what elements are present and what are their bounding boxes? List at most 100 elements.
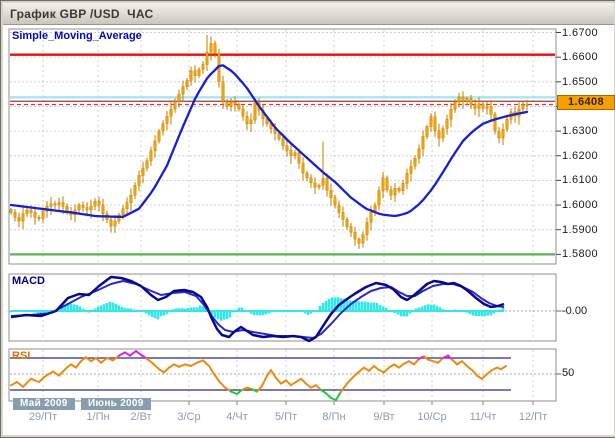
- candle-body: [202, 65, 205, 70]
- candle-body: [22, 214, 25, 221]
- candle-body: [458, 97, 461, 102]
- candle-body: [50, 204, 53, 206]
- chart-canvas[interactable]: [1, 1, 615, 437]
- candle-body: [358, 239, 361, 243]
- candle-body: [198, 69, 201, 75]
- rsi-segment: [262, 376, 267, 386]
- rsi-segment: [316, 385, 321, 390]
- candle-body: [54, 204, 57, 205]
- rsi-segment: [191, 363, 197, 366]
- candle-body: [174, 102, 177, 109]
- candle-body: [230, 102, 233, 106]
- rsi-segment: [203, 360, 209, 366]
- date-axis-label: 5/Пт: [275, 411, 297, 423]
- candle-body: [322, 178, 325, 185]
- date-axis-label: 8/Пн: [322, 411, 345, 423]
- candle-body: [418, 149, 421, 158]
- candle-body: [114, 221, 117, 226]
- candle-body: [166, 116, 169, 123]
- rsi-segment: [501, 366, 506, 369]
- date-axis-label: 9/Вт: [373, 411, 394, 423]
- candle-body: [250, 120, 253, 124]
- candle-body: [366, 222, 369, 234]
- candle-body: [434, 117, 437, 131]
- rsi-segment: [347, 377, 353, 383]
- month-badge-may: Май 2009: [13, 398, 75, 410]
- candle-body: [82, 205, 85, 207]
- candle-body: [242, 109, 245, 116]
- candle-body: [310, 178, 313, 183]
- candle-body: [90, 206, 93, 210]
- candle-body: [170, 109, 173, 116]
- date-axis-label: 2/Вт: [130, 411, 151, 423]
- candle-body: [130, 195, 133, 202]
- rsi-legend-label: RSI: [12, 350, 30, 362]
- candle-body: [398, 188, 401, 190]
- candle-body: [494, 114, 497, 131]
- window-title: График GBP /USD ЧАС: [3, 7, 154, 21]
- chart-window: График GBP /USD ЧАС ❚❚ ▬ ▢ ✕ Simple_Movi…: [0, 0, 615, 438]
- candle-body: [498, 131, 501, 138]
- candle-body: [78, 205, 81, 210]
- candle-body: [42, 211, 45, 218]
- candle-body: [226, 102, 229, 107]
- candle-body: [178, 94, 181, 101]
- candle-body: [382, 178, 385, 191]
- candle-body: [150, 151, 153, 161]
- candle-body: [10, 209, 13, 212]
- rsi-segment: [214, 374, 219, 381]
- candle-body: [378, 191, 381, 205]
- rsi-segment: [384, 368, 389, 373]
- sma-line: [11, 65, 527, 217]
- candle-body: [66, 206, 69, 211]
- candle-body: [454, 102, 457, 109]
- rsi-segment: [336, 392, 341, 400]
- candle-body: [294, 153, 297, 156]
- candle-body: [38, 217, 41, 218]
- candle-body: [394, 188, 397, 195]
- date-axis-label: 1/Пн: [86, 411, 109, 423]
- candle-body: [206, 52, 209, 64]
- candle-body: [122, 209, 125, 215]
- rsi-segment: [209, 366, 214, 374]
- rsi-segment: [276, 378, 281, 384]
- rsi-segment: [472, 370, 477, 376]
- rsi-segment: [96, 358, 101, 363]
- panel-border: [9, 349, 556, 401]
- rsi-segment: [462, 361, 467, 366]
- candle-body: [318, 185, 321, 187]
- rsi-segment: [76, 361, 81, 367]
- titlebar[interactable]: График GBP /USD ЧАС: [3, 3, 614, 25]
- candle-body: [442, 129, 445, 138]
- current-price-tag: 1.6408: [557, 95, 615, 110]
- candle-body: [14, 212, 17, 217]
- candle-body: [390, 190, 393, 195]
- candle-body: [238, 104, 241, 108]
- candle-body: [278, 134, 281, 139]
- candle-body: [446, 119, 449, 128]
- rsi-segment: [153, 364, 159, 370]
- rsi-segment: [11, 382, 17, 385]
- candle-body: [142, 168, 145, 175]
- candle-body: [422, 137, 425, 149]
- candle-body: [522, 104, 525, 108]
- candle-body: [526, 104, 529, 105]
- date-axis-label: 3/Ср: [177, 411, 200, 423]
- rsi-segment: [31, 379, 39, 382]
- candle-body: [110, 220, 113, 226]
- rsi-segment: [130, 351, 136, 356]
- candle-body: [94, 201, 97, 206]
- candle-body: [438, 131, 441, 138]
- panel-border: [9, 274, 556, 341]
- candle-body: [98, 201, 101, 205]
- candle-body: [126, 203, 129, 209]
- macd-axis-value: -0.00: [562, 305, 587, 317]
- candle-body: [410, 166, 413, 173]
- rsi-segment: [101, 358, 107, 363]
- rsi-segment: [369, 366, 374, 371]
- candle-body: [426, 127, 429, 137]
- candle-body: [470, 99, 473, 105]
- candle-body: [158, 131, 161, 141]
- candle-body: [462, 97, 465, 101]
- rsi-segment: [59, 368, 66, 375]
